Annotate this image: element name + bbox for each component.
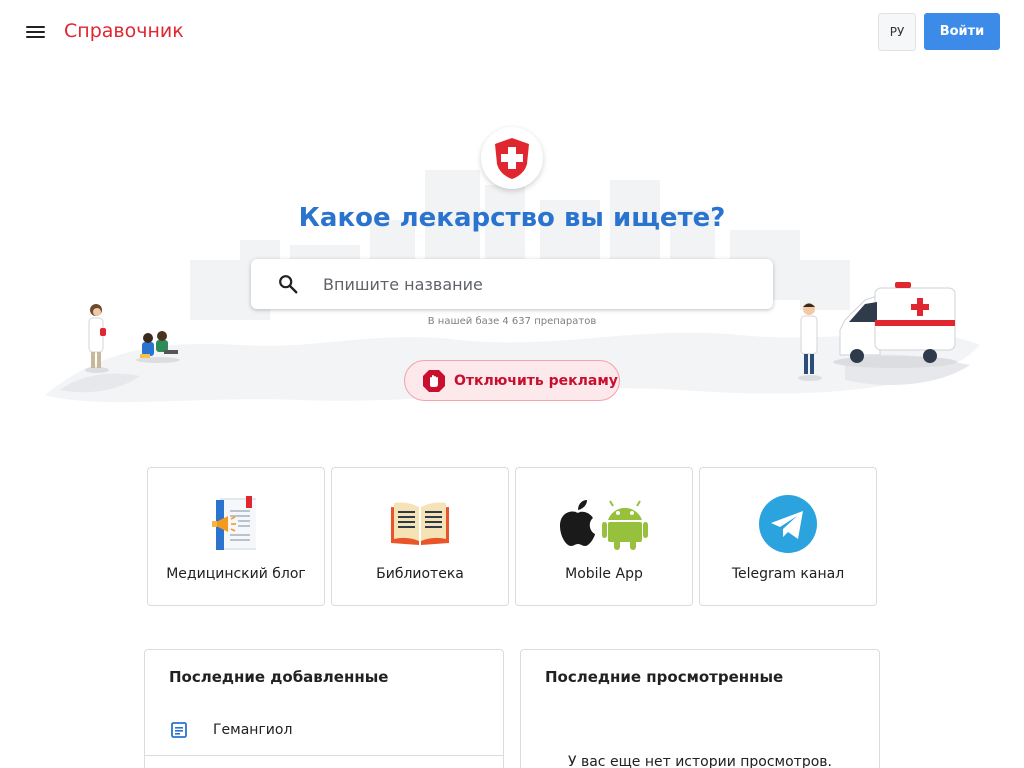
blog-icon: [212, 496, 256, 550]
panel-title: Последние просмотренные: [545, 668, 784, 686]
card-medical-blog[interactable]: Медицинский блог: [147, 467, 325, 606]
database-count: В нашей базе 4 637 препаратов: [427, 316, 597, 327]
disable-ads-label: Отключить рекламу: [454, 372, 618, 389]
recently-viewed-panel: Последние просмотренные У вас еще нет ис…: [520, 649, 880, 768]
document-icon: [171, 722, 187, 738]
card-label: Mobile App: [565, 566, 643, 582]
top-bar: Справочник РУ Войти: [0, 0, 1024, 64]
recently-added-panel: Последние добавленные Гемангиол: [144, 649, 504, 768]
shield-cross-icon: [495, 138, 529, 179]
search-input[interactable]: [323, 259, 753, 309]
app-logo: [481, 127, 543, 189]
brand-link[interactable]: Справочник: [64, 20, 184, 42]
card-telegram[interactable]: Telegram канал: [699, 467, 877, 606]
card-label: Библиотека: [376, 566, 464, 582]
disable-ads-button[interactable]: Отключить рекламу: [404, 360, 620, 401]
login-button[interactable]: Войти: [924, 13, 1000, 50]
list-item[interactable]: Гемангиол: [145, 711, 503, 756]
language-button[interactable]: РУ: [878, 13, 916, 51]
empty-history-text: У вас еще нет истории просмотров.: [568, 754, 832, 768]
search-icon[interactable]: [277, 273, 299, 295]
card-label: Медицинский блог: [166, 566, 306, 582]
card-mobile-app[interactable]: Mobile App: [515, 467, 693, 606]
card-label: Telegram канал: [731, 566, 845, 582]
apple-android-icon: [560, 500, 648, 550]
list-item-label: Гемангиол: [213, 722, 293, 738]
stop-hand-icon: [423, 369, 445, 392]
search-box: [251, 259, 773, 309]
card-library[interactable]: Библиотека: [331, 467, 509, 606]
page-title: Какое лекарство вы ищете?: [298, 203, 726, 233]
book-icon: [391, 502, 449, 545]
menu-icon[interactable]: [22, 20, 50, 44]
telegram-icon: [759, 495, 817, 553]
panel-title: Последние добавленные: [169, 668, 389, 686]
